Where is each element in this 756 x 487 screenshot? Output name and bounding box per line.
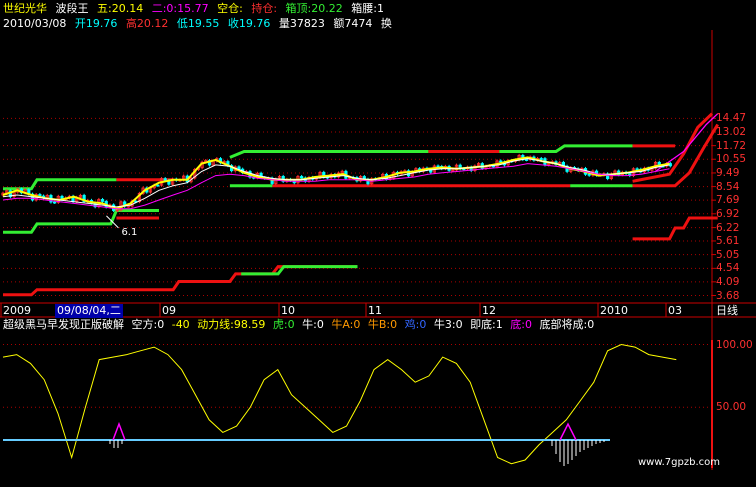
niuB-value: 牛B:0 [367,318,398,331]
kongfang-value: 空方:0 [131,318,165,331]
ji-value: 鸡:0 [404,318,427,331]
green-band-bottom [241,265,358,276]
open-value: 开19.76 [74,17,118,30]
green-band-upper-3 [499,144,633,153]
date-tick-label: 03 [668,304,682,317]
price-tick-label: 3.68 [716,289,740,302]
watermark: www.7gpzb.com [638,457,720,468]
header-row-2: 2010/03/08 开19.76 高20.12 低19.55 收19.76 量… [3,16,397,32]
more-value: 换 [380,17,392,30]
er-value: 二:0:15.77 [151,2,209,15]
price-tick-label: 9.49 [716,166,740,179]
price-tick-label: 7.69 [716,194,740,207]
candle-body [635,168,639,171]
magenta-spike [112,421,126,441]
green-band-upper-1 [3,178,117,191]
date-tick-label: 2010 [600,304,628,317]
price-tick-label: 14.47 [716,112,747,125]
selected-date[interactable]: 09/08/04,二 [55,304,123,318]
green-band-upper-2 [229,150,429,159]
date-tick-label: 09 [162,304,176,317]
candle-body [524,159,529,161]
red-band-bottom [3,265,358,297]
price-tick-label: 13.02 [716,126,747,139]
red-band-rising-1 [632,123,719,188]
price-tick-label: 11.72 [716,139,747,152]
indicator-name: 波段王 [55,2,89,15]
candle-body [53,201,57,204]
header-row-1: 世纪光华 波段王 五:20.14 二:0:15.77 空仓: 持仓: 箱顶:20… [3,1,389,17]
minus40-value: -40 [171,318,190,331]
chicang-label: 持仓: [251,2,278,15]
moving-averages: 6.1 [2,156,670,238]
price-tick-label: 8.54 [716,180,740,193]
date-tick-label: 2009 [3,304,31,317]
niuA-value: 牛A:0 [331,318,361,331]
indicator-title: 超级黑马早发现正版破解 [3,318,124,331]
price-tick-label: 6.22 [716,221,740,234]
low-value: 低19.55 [176,17,220,30]
dibu-value: 底部将成:0 [539,318,595,331]
candle-body [436,165,440,168]
dongli-value: 动力线:98.59 [197,318,266,331]
hu-value: 虎:0 [272,318,295,331]
candle-body [539,158,543,160]
price-tick-label: 4.09 [716,275,740,288]
niu3-value: 牛3:0 [433,318,463,331]
close-value: 收19.76 [227,17,271,30]
candle-body [587,173,591,176]
di-value: 底:0 [510,318,532,331]
stock-name: 世纪光华 [3,2,47,15]
main-chart-grid [0,30,756,470]
xiangding-value: 箱顶:20.22 [285,2,343,15]
jidi-value: 即底:1 [470,318,503,331]
price-tick-label: 6.92 [716,207,740,220]
candle-body [163,178,167,181]
date-tick-label: 10 [281,304,295,317]
period-button[interactable]: 日线 [716,304,738,318]
candle-body [300,176,304,179]
date-tick-label: 12 [482,304,496,317]
candle-body [100,199,105,202]
price-tick-label: 5.61 [716,234,740,247]
xiangyao-value: 箱腰:1 [351,2,384,15]
kongcang-label: 空仓: [217,2,243,15]
date-tick-label: 11 [368,304,382,317]
chart-canvas: 6.1 [0,30,756,470]
indicator-panel [2,340,713,468]
price-tick-label: 5.05 [716,248,740,261]
wu-value: 五:20.14 [97,2,144,15]
annotation-label: 6.1 [121,227,137,238]
red-band-right-low [632,216,718,241]
magenta-spike [559,422,577,441]
volume-value: 量37823 [278,17,325,30]
niu-value: 牛:0 [302,318,324,331]
indicator-header: 超级黑马早发现正版破解 空方:0 -40 动力线:98.59 虎:0 牛:0 牛… [3,318,723,332]
candle-body [499,160,503,163]
price-tick-label: 10.55 [716,153,747,166]
dongli-line [2,343,677,465]
price-tick-label: 4.54 [716,262,740,275]
quote-date: 2010/03/08 [3,17,67,30]
amount-value: 额7474 [333,17,373,30]
high-value: 高20.12 [125,17,169,30]
candle-body [156,184,160,187]
indicator-tick-label: 50.00 [716,401,747,414]
indicator-tick-label: 100.00 [716,338,753,351]
